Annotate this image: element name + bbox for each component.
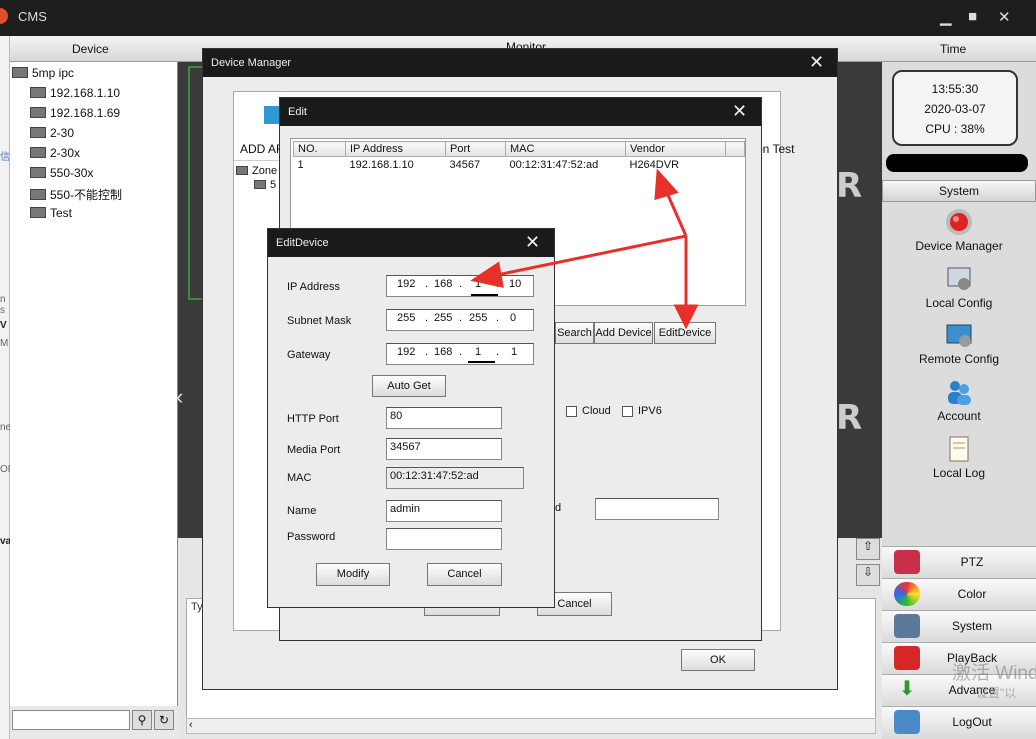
annotation-arrowhead	[654, 168, 679, 201]
annotation-arrowhead	[673, 304, 699, 330]
annotation-arrows	[470, 168, 699, 330]
annotation-arrowhead	[470, 261, 504, 288]
annotation-arrow	[491, 234, 687, 278]
